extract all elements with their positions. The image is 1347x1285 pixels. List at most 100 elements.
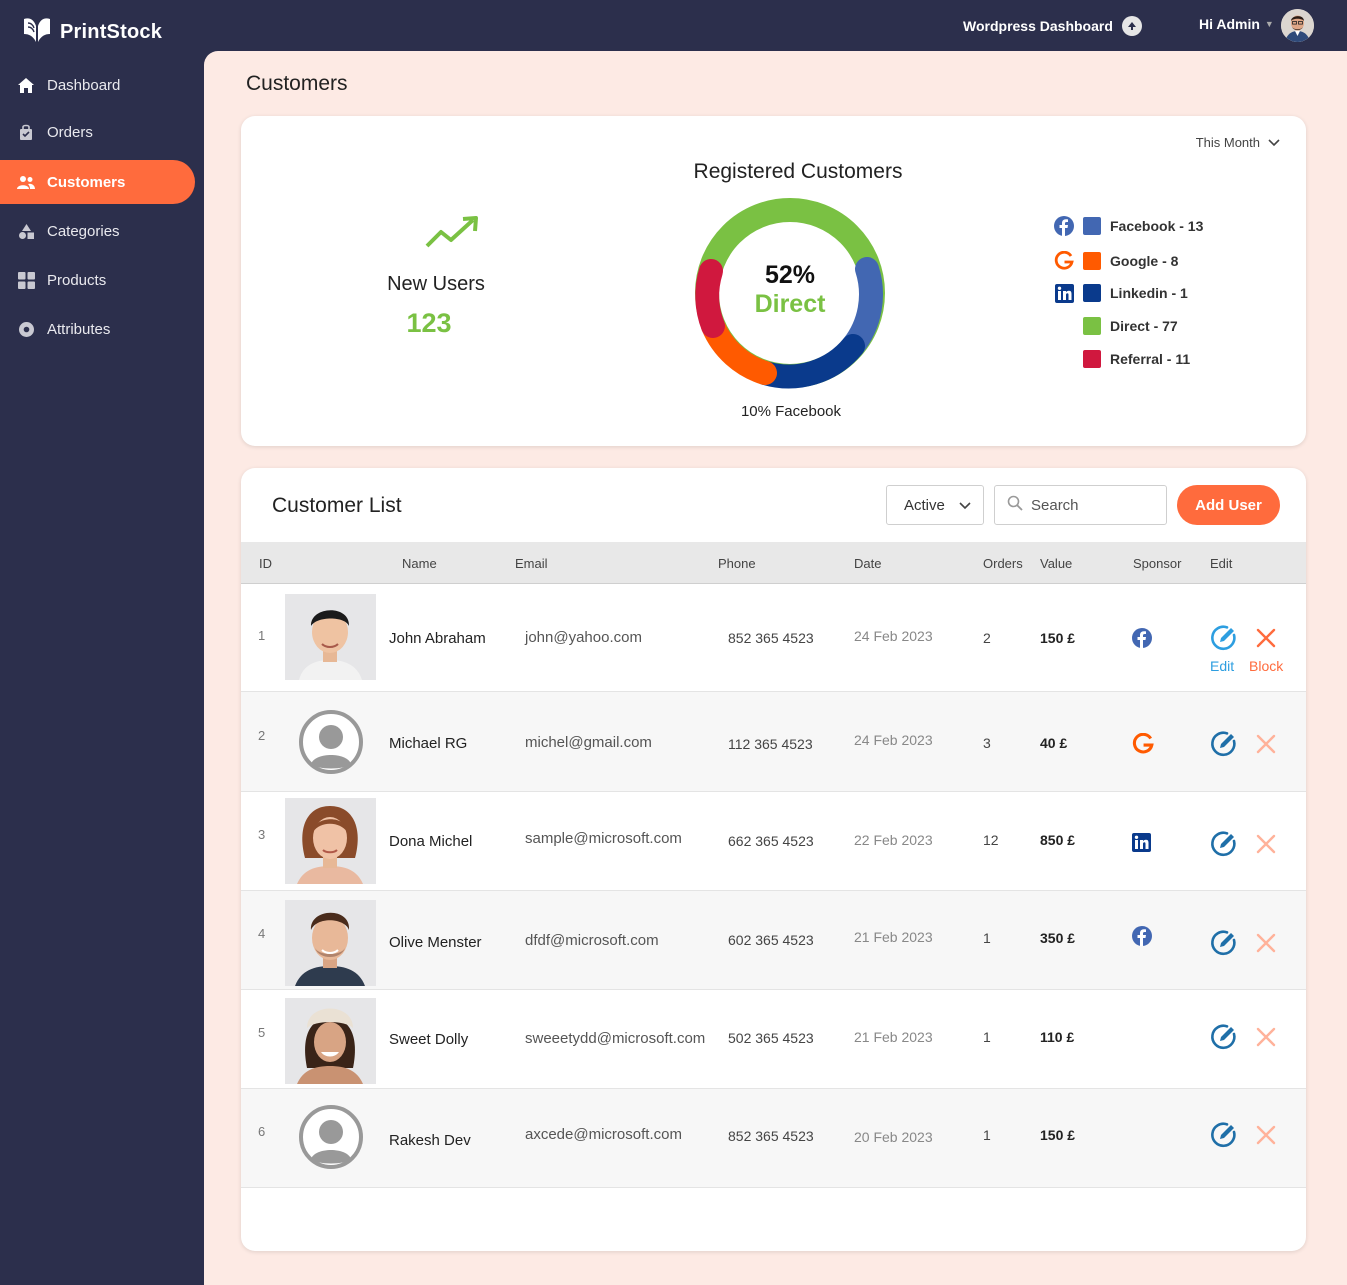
row-id: 5	[258, 1025, 266, 1040]
wordpress-dashboard-label: Wordpress Dashboard	[963, 18, 1113, 34]
customer-orders: 3	[983, 735, 991, 751]
legend-label: Referral - 11	[1110, 351, 1191, 367]
bag-icon	[17, 123, 35, 141]
table-row[interactable]: 1 John Abraham john@yahoo.com 852 365 45…	[241, 585, 1306, 692]
grid-icon	[17, 271, 35, 289]
block-icon[interactable]	[1256, 834, 1276, 854]
customer-phone: 662 365 4523	[728, 833, 814, 849]
table-header: ID Name Email Phone Date Orders Value Sp…	[241, 542, 1306, 584]
customer-value: 40 £	[1040, 735, 1068, 751]
block-link[interactable]: Block	[1249, 658, 1283, 674]
legend-item-facebook: Facebook - 13	[1053, 215, 1203, 237]
gear-icon	[17, 320, 35, 338]
caret-down-icon: ▼	[1264, 19, 1274, 29]
column-header-orders: Orders	[983, 556, 1023, 571]
table-row[interactable]: 5 Sweet Dolly sweeetydd@microsoft.com 50…	[241, 990, 1306, 1089]
legend-swatch	[1083, 317, 1101, 335]
users-icon	[17, 173, 35, 191]
customer-value: 150 £	[1040, 1127, 1076, 1143]
block-icon[interactable]	[1256, 933, 1276, 953]
page-title: Customers	[246, 72, 348, 95]
sidebar-item-customers[interactable]: Customers	[0, 160, 195, 204]
row-id: 3	[258, 827, 266, 842]
chevron-down-icon	[959, 497, 971, 514]
block-icon[interactable]	[1256, 628, 1276, 648]
edit-link[interactable]: Edit	[1210, 658, 1234, 674]
sidebar-item-attributes[interactable]: Attributes	[0, 307, 195, 351]
legend-label: Linkedin - 1	[1110, 285, 1188, 301]
sidebar-item-dashboard[interactable]: Dashboard	[0, 63, 195, 107]
customer-value: 350 £	[1040, 930, 1076, 946]
period-label: This Month	[1195, 135, 1260, 150]
logo[interactable]: PrintStock	[22, 16, 162, 49]
column-header-name: Name	[402, 556, 437, 571]
table-row[interactable]: 2 Michael RG michel@gmail.com 112 365 45…	[241, 692, 1306, 792]
block-icon[interactable]	[1256, 1125, 1276, 1145]
donut-title: Registered Customers	[693, 160, 903, 183]
status-filter-select[interactable]: Active	[886, 485, 984, 525]
customer-date: 24 Feb 2023	[854, 732, 933, 748]
table-row[interactable]: 6 Rakesh Dev axcede@microsoft.com 852 36…	[241, 1089, 1306, 1188]
search-icon	[1007, 495, 1023, 516]
donut-center-percent: 52%	[764, 261, 816, 289]
block-icon[interactable]	[1256, 1027, 1276, 1047]
google-icon	[1132, 732, 1154, 755]
column-header-sponsor: Sponsor	[1133, 556, 1182, 571]
column-header-date: Date	[854, 556, 882, 571]
admin-menu[interactable]: Hi Admin ▼	[1199, 16, 1274, 32]
sidebar-item-products[interactable]: Products	[0, 258, 195, 302]
sidebar-item-label: Customers	[47, 173, 126, 191]
customer-email: dfdf@microsoft.com	[525, 932, 659, 949]
chevron-down-icon	[1268, 135, 1280, 150]
edit-icon[interactable]	[1210, 1023, 1238, 1051]
sidebar-item-label: Products	[47, 271, 107, 289]
legend-label: Facebook - 13	[1110, 218, 1204, 234]
add-user-button[interactable]: Add User	[1177, 485, 1280, 525]
admin-avatar[interactable]	[1281, 9, 1314, 42]
wordpress-dashboard-link[interactable]: Wordpress Dashboard	[963, 16, 1142, 36]
column-header-phone: Phone	[718, 556, 756, 571]
customer-date: 21 Feb 2023	[854, 1029, 933, 1045]
customer-email: sweeetydd@microsoft.com	[525, 1030, 706, 1047]
edit-icon[interactable]	[1210, 624, 1238, 652]
customer-date: 22 Feb 2023	[854, 832, 933, 848]
sidebar-item-orders[interactable]: Orders	[0, 110, 195, 154]
customer-email: axcede@microsoft.com	[525, 1126, 682, 1143]
customer-email: sample@microsoft.com	[525, 830, 682, 847]
brand-name: PrintStock	[60, 21, 163, 43]
table-row[interactable]: 4 Olive Menster dfdf@microsoft.com 602 3…	[241, 891, 1306, 990]
row-id: 4	[258, 926, 266, 941]
customer-list-title: Customer List	[272, 494, 402, 517]
table-row[interactable]: 3 Dona Michel sample@microsoft.com 662 3…	[241, 792, 1306, 891]
customer-orders: 1	[983, 930, 991, 946]
edit-icon[interactable]	[1210, 730, 1238, 758]
avatar-placeholder-icon	[299, 1105, 363, 1169]
customer-orders: 1	[983, 1029, 991, 1045]
customer-orders: 12	[983, 832, 999, 848]
stats-card: This Month New Users 123 Registered Cust…	[241, 116, 1306, 446]
edit-icon[interactable]	[1210, 929, 1238, 957]
sidebar: Dashboard Orders Customers Categories Pr…	[0, 51, 204, 1285]
legend-item-direct: Direct - 77	[1053, 315, 1178, 337]
customer-name: Olive Menster	[389, 934, 482, 951]
column-header-id: ID	[259, 556, 272, 571]
customer-orders: 2	[983, 630, 991, 646]
main-content: Customers This Month New Users 123 Regis…	[204, 51, 1347, 1285]
edit-icon[interactable]	[1210, 830, 1238, 858]
top-bar: PrintStock Wordpress Dashboard Hi Admin …	[0, 0, 1347, 51]
customer-name: Rakesh Dev	[389, 1132, 471, 1149]
facebook-icon	[1132, 628, 1154, 650]
sidebar-item-categories[interactable]: Categories	[0, 209, 195, 253]
customer-name: Sweet Dolly	[389, 1031, 469, 1048]
row-id: 2	[258, 728, 266, 743]
column-header-value: Value	[1040, 556, 1073, 571]
edit-icon[interactable]	[1210, 1121, 1238, 1149]
block-icon[interactable]	[1256, 734, 1276, 754]
home-icon	[17, 76, 35, 94]
legend-swatch	[1083, 252, 1101, 270]
donut-center: 52% Direct	[693, 261, 887, 319]
search-input[interactable]	[1031, 496, 1151, 514]
period-select[interactable]: This Month	[1196, 135, 1280, 150]
donut-segment-linkedin	[753, 334, 865, 389]
legend-swatch	[1083, 350, 1101, 368]
